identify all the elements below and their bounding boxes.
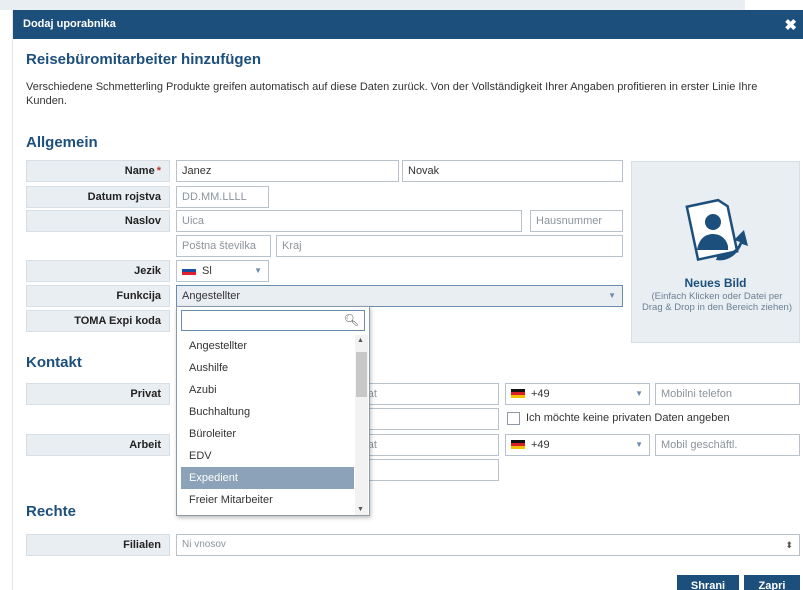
top-strip xyxy=(0,0,803,10)
germany-flag-icon xyxy=(511,388,525,398)
no-private-data-checkbox[interactable] xyxy=(507,412,520,425)
branches-label: Filialen xyxy=(26,534,170,556)
dropdown-option-highlighted[interactable]: Expedient xyxy=(181,467,354,489)
image-upload-title: Neues Bild xyxy=(684,276,747,290)
name-label: Name * xyxy=(26,160,170,182)
chevron-down-icon: ▼ xyxy=(635,389,643,398)
function-value: Angestellter xyxy=(182,290,241,302)
private-mobile-input[interactable]: Mobilni telefon xyxy=(655,383,800,405)
search-icon: 🔍︎ xyxy=(343,313,359,327)
birth-date-input[interactable]: DD.MM.LLLL xyxy=(176,186,269,208)
private-mobile-prefix-select[interactable]: +49 ▼ xyxy=(505,383,650,405)
section-general-heading: Allgemein xyxy=(26,134,98,151)
city-input[interactable]: Kraj xyxy=(276,235,623,257)
function-dropdown: 🔍︎ Angestellter Aushilfe Azubi Buchhaltu… xyxy=(176,306,370,516)
dialog-left-edge xyxy=(0,10,13,590)
spinner-arrows-icon: ⬍ xyxy=(785,540,793,550)
germany-flag-icon xyxy=(511,439,525,449)
section-rights-heading: Rechte xyxy=(26,503,77,520)
image-upload-hint: (Einfach Klicken oder Datei per Drag & D… xyxy=(642,291,792,313)
dropdown-scrollbar[interactable]: ▲ ▼ xyxy=(355,335,368,515)
dropdown-search-input[interactable]: 🔍︎ xyxy=(181,310,365,331)
page-title: Reisebüromitarbeiter hinzufügen xyxy=(26,51,262,68)
last-name-input[interactable]: Novak xyxy=(402,160,623,182)
dropdown-option[interactable]: Angestellter xyxy=(181,335,354,357)
function-select[interactable]: Angestellter ▼ xyxy=(176,285,623,307)
language-select[interactable]: Sl ▼ xyxy=(176,260,269,282)
chevron-down-icon: ▼ xyxy=(254,266,262,275)
dropdown-option[interactable]: Freier Mitarbeiter xyxy=(181,489,354,511)
dropdown-option[interactable]: Aushilfe xyxy=(181,357,354,379)
birth-date-label: Datum rojstva xyxy=(26,186,170,208)
scrollbar-thumb[interactable] xyxy=(356,352,367,397)
language-value: Sl xyxy=(202,265,212,277)
section-contact-heading: Kontakt xyxy=(26,354,82,371)
private-label: Privat xyxy=(26,383,170,405)
required-marker: * xyxy=(156,165,161,177)
address-label: Naslov xyxy=(26,210,170,232)
branches-select[interactable]: Ni vnosov ⬍ xyxy=(176,534,800,556)
close-icon[interactable]: ✖ xyxy=(784,16,797,34)
intro-text: Verschiedene Schmetterling Produkte grei… xyxy=(26,81,758,107)
work-label: Arbeit xyxy=(26,434,170,456)
function-label: Funkcija xyxy=(26,285,170,307)
street-input[interactable]: Uica xyxy=(176,210,522,232)
toma-label: TOMA Expi koda xyxy=(26,310,170,332)
work-mobile-prefix-select[interactable]: +49 ▼ xyxy=(505,434,650,456)
chevron-down-icon: ▼ xyxy=(608,291,616,300)
upload-image-icon xyxy=(685,198,748,262)
slovenia-flag-icon xyxy=(182,265,196,275)
dropdown-option[interactable]: Büroleiter xyxy=(181,423,354,445)
image-upload-area[interactable]: Neues Bild (Einfach Klicken oder Datei p… xyxy=(631,161,800,343)
scroll-down-icon[interactable]: ▼ xyxy=(357,506,364,513)
save-button[interactable]: Shrani xyxy=(677,575,739,590)
dialog-titlebar: Dodaj uporabnika ✖ xyxy=(13,10,803,39)
first-name-input[interactable]: Janez xyxy=(176,160,399,182)
scroll-up-icon[interactable]: ▲ xyxy=(357,337,364,344)
no-private-data-label: Ich möchte keine privaten Daten angeben xyxy=(526,412,730,424)
dropdown-option[interactable]: Buchhaltung xyxy=(181,401,354,423)
house-number-input[interactable]: Hausnummer xyxy=(530,210,623,232)
close-button[interactable]: Zapri xyxy=(744,575,800,590)
language-label: Jezik xyxy=(26,260,170,282)
dropdown-option[interactable]: EDV xyxy=(181,445,354,467)
work-mobile-input[interactable]: Mobil geschäftl. xyxy=(655,434,800,456)
dropdown-option[interactable]: Azubi xyxy=(181,379,354,401)
postal-code-input[interactable]: Poštna številka xyxy=(176,235,271,257)
dialog-title: Dodaj uporabnika xyxy=(23,18,116,30)
chevron-down-icon: ▼ xyxy=(635,440,643,449)
